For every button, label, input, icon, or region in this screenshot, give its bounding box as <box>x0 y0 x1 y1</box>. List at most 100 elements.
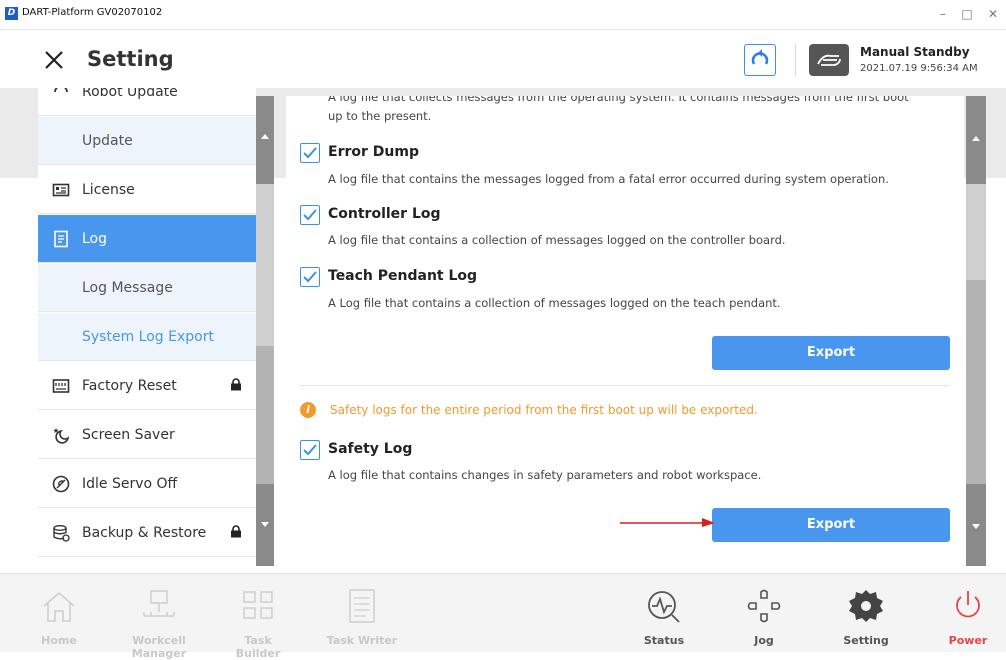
sidebar-item-factory-reset[interactable]: Factory Reset <box>38 362 256 410</box>
sidebar-item-label: Screen Saver <box>82 426 175 443</box>
error-dump-checkbox[interactable] <box>300 143 320 163</box>
safety-log-label: Safety Log <box>328 441 413 457</box>
nav-home[interactable]: Home <box>34 584 84 648</box>
sidebar-item-label: System Log Export <box>82 328 214 345</box>
teach-pendant-log-desc: A Log file that contains a collection of… <box>328 296 781 310</box>
window-titlebar: D DART-Platform GV02070102 – □ ✕ <box>0 0 1006 30</box>
minimize-button[interactable]: – <box>932 5 954 23</box>
system-log-desc-line1: A log file that collects messages from t… <box>328 96 909 104</box>
status-timestamp: 2021.07.19 9:56:34 AM <box>860 63 978 74</box>
nav-label: Task Builder <box>235 634 281 660</box>
status-icon <box>648 591 680 623</box>
error-dump-desc: A log file that contains the messages lo… <box>328 172 889 186</box>
sidebar-item-label: License <box>82 181 135 198</box>
nav-label: Jog <box>754 634 774 647</box>
window-close-button[interactable]: ✕ <box>982 5 1004 23</box>
backup-restore-icon <box>53 524 70 542</box>
nav-status[interactable]: Status <box>636 584 692 648</box>
nav-label: Power <box>948 634 988 647</box>
license-icon <box>52 183 70 196</box>
safety-export-button[interactable]: Export <box>712 508 950 542</box>
check-icon <box>303 444 317 456</box>
task-writer-icon <box>349 589 375 623</box>
manual-mode-icon[interactable] <box>809 44 849 76</box>
sidebar-item-log[interactable]: Log <box>38 215 256 263</box>
sidebar-item-label: Robot Update <box>82 88 178 100</box>
export-button[interactable]: Export <box>712 336 950 370</box>
sidebar-item-backup-restore[interactable]: Backup & Restore <box>38 509 256 557</box>
sidebar-item-label: Idle Servo Off <box>82 475 178 492</box>
content-scrollbar[interactable] <box>966 96 986 566</box>
safety-warning-text: Safety logs for the entire period from t… <box>330 403 758 417</box>
workcell-manager-icon <box>143 590 175 617</box>
jog-icon <box>747 589 781 623</box>
setting-icon <box>849 590 883 622</box>
system-log-desc-line2: up to the present. <box>328 109 432 123</box>
annotation-arrow-icon <box>620 518 715 527</box>
power-icon <box>956 591 980 618</box>
sidebar-item-label: Log <box>82 230 108 247</box>
content-scroll-down[interactable] <box>966 484 986 566</box>
app-icon: D <box>5 7 18 20</box>
screen-saver-icon <box>53 427 70 444</box>
home-icon <box>43 591 75 622</box>
lock-icon <box>231 378 241 391</box>
sidebar-item-system-log-export[interactable]: System Log Export <box>38 313 256 361</box>
nav-jog[interactable]: Jog <box>736 584 792 648</box>
sidebar-item-robot-update[interactable]: Robot Update <box>38 88 256 116</box>
error-dump-label: Error Dump <box>328 144 419 160</box>
sidebar-item-label: Log Message <box>82 279 173 296</box>
controller-log-label: Controller Log <box>328 206 441 222</box>
safety-log-checkbox[interactable] <box>300 440 320 460</box>
task-builder-icon <box>243 591 273 619</box>
nav-label: Status <box>643 634 685 647</box>
nav-label: Task Writer <box>326 634 398 647</box>
sidebar-item-label: Backup & Restore <box>82 524 207 541</box>
nav-workcell-manager[interactable]: Workcell Manager <box>104 584 214 660</box>
maximize-button[interactable]: □ <box>956 5 978 23</box>
check-icon <box>303 147 317 159</box>
window-title: DART-Platform GV02070102 <box>22 7 163 18</box>
sidebar-scroll-down[interactable] <box>256 484 274 566</box>
sidebar-item-log-message[interactable]: Log Message <box>38 264 256 312</box>
nav-label: Setting <box>843 634 889 647</box>
sidebar-item-label: Update <box>82 132 133 149</box>
check-icon <box>303 271 317 283</box>
sidebar-item-idle-servo-off[interactable]: Idle Servo Off <box>38 460 256 508</box>
factory-reset-icon <box>52 378 70 393</box>
lock-icon <box>231 525 241 538</box>
safety-log-desc: A log file that contains changes in safe… <box>328 468 762 482</box>
homing-button[interactable] <box>744 44 776 76</box>
teach-pendant-log-label: Teach Pendant Log <box>328 268 478 284</box>
sidebar-scrollbar[interactable] <box>256 96 274 566</box>
sidebar-item-license[interactable]: License <box>38 166 256 214</box>
nav-label: Home <box>41 634 77 647</box>
sidebar-item-partial <box>38 558 256 572</box>
nav-power[interactable]: Power <box>940 584 996 648</box>
refresh-icon <box>751 49 769 65</box>
content-scroll-thumb[interactable] <box>966 280 986 486</box>
nav-task-writer[interactable]: Task Writer <box>322 584 402 648</box>
controller-log-checkbox[interactable] <box>300 205 320 225</box>
sidebar-item-label: Factory Reset <box>82 377 177 394</box>
settings-sidebar: Robot Update Update License Log Log Mess… <box>38 88 256 572</box>
content-scroll-up[interactable] <box>966 96 986 184</box>
header-divider <box>795 44 796 76</box>
nav-task-builder[interactable]: Task Builder <box>222 584 294 660</box>
robot-update-icon <box>54 88 68 92</box>
close-icon[interactable] <box>42 48 66 72</box>
bottom-navigation: Home Workcell Manager Task Builder Task … <box>0 573 1006 660</box>
nav-label: Workcell Manager <box>131 634 187 660</box>
sidebar-item-screen-saver[interactable]: Screen Saver <box>38 411 256 459</box>
log-icon <box>54 230 68 247</box>
page-title: Setting <box>87 47 174 71</box>
controller-log-desc: A log file that contains a collection of… <box>328 233 786 247</box>
nav-setting[interactable]: Setting <box>838 584 894 648</box>
log-export-panel: A log file that collects messages from t… <box>286 96 964 572</box>
section-divider <box>300 385 950 386</box>
sidebar-scroll-thumb[interactable] <box>256 346 274 486</box>
robot-mode-status: Manual Standby <box>860 45 970 59</box>
sidebar-item-update[interactable]: Update <box>38 117 256 165</box>
teach-pendant-log-checkbox[interactable] <box>300 267 320 287</box>
sidebar-scroll-up[interactable] <box>256 96 274 184</box>
